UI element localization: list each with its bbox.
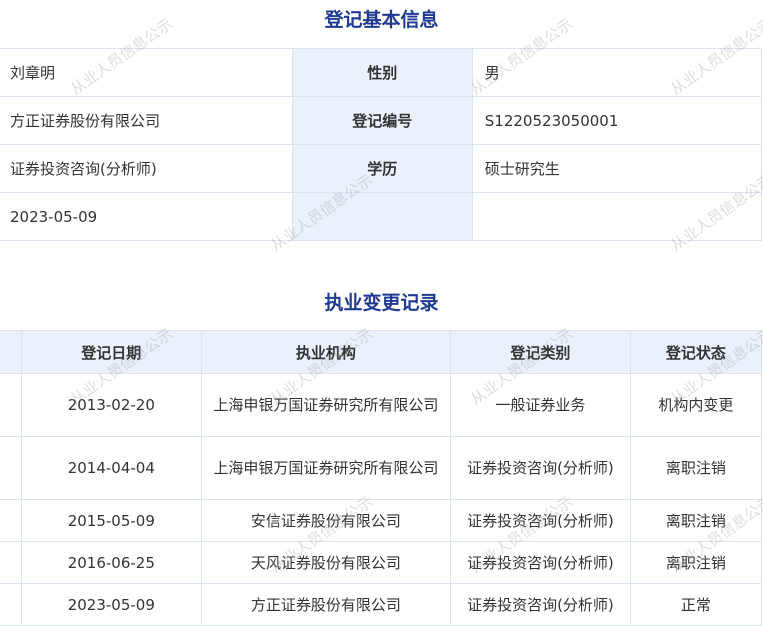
empty-label	[291, 192, 473, 241]
company-value: 方正证券股份有限公司	[0, 96, 293, 145]
record-status: 离职注销	[629, 541, 763, 584]
record-category: 证券投资咨询(分析师)	[450, 436, 631, 500]
table-row: 2015-05-09 安信证券股份有限公司 证券投资咨询(分析师) 离职注销	[0, 499, 763, 542]
registration-number-label: 登记编号	[291, 96, 473, 145]
header-org: 执业机构	[200, 330, 452, 374]
record-category: 证券投资咨询(分析师)	[450, 499, 631, 542]
table-row: 2013-02-20 上海申银万国证券研究所有限公司 一般证券业务 机构内变更	[0, 373, 763, 437]
gender-value: 男	[471, 48, 763, 97]
registration-number-value: S1220523050001	[471, 96, 763, 145]
header-status: 登记状态	[629, 330, 763, 374]
record-org: 安信证券股份有限公司	[200, 499, 452, 542]
record-org: 天风证券股份有限公司	[200, 541, 452, 584]
record-status: 机构内变更	[629, 373, 763, 437]
record-org: 上海申银万国证券研究所有限公司	[200, 436, 452, 500]
record-category: 证券投资咨询(分析师)	[450, 541, 631, 584]
record-date: 2013-02-20	[20, 373, 202, 437]
record-org: 上海申银万国证券研究所有限公司	[200, 373, 452, 437]
basic-row: 方正证券股份有限公司 登记编号 S1220523050001	[0, 96, 763, 145]
record-status: 离职注销	[629, 499, 763, 542]
name-value: 刘章明	[0, 48, 293, 97]
basic-row: 2023-05-09	[0, 192, 763, 241]
table-row: 2016-06-25 天风证券股份有限公司 证券投资咨询(分析师) 离职注销	[0, 541, 763, 584]
basic-row: 证券投资咨询(分析师) 学历 硕士研究生	[0, 144, 763, 193]
records-title: 执业变更记录	[324, 292, 439, 314]
record-status: 离职注销	[629, 436, 763, 500]
record-category: 一般证券业务	[450, 373, 631, 437]
table-row: 2014-04-04 上海申银万国证券研究所有限公司 证券投资咨询(分析师) 离…	[0, 436, 763, 500]
row-spacer	[0, 436, 22, 500]
record-org: 方正证券股份有限公司	[200, 583, 452, 626]
row-spacer	[0, 499, 22, 542]
row-spacer	[0, 373, 22, 437]
category-value: 证券投资咨询(分析师)	[0, 144, 293, 193]
record-date: 2016-06-25	[20, 541, 202, 584]
row-spacer	[0, 583, 22, 626]
row-spacer	[0, 541, 22, 584]
header-date: 登记日期	[20, 330, 202, 374]
basic-info-table: 刘章明 性别 男 方正证券股份有限公司 登记编号 S1220523050001 …	[0, 48, 763, 241]
record-date: 2015-05-09	[20, 499, 202, 542]
education-label: 学历	[291, 144, 473, 193]
gender-label: 性别	[291, 48, 473, 97]
table-row: 2023-05-09 方正证券股份有限公司 证券投资咨询(分析师) 正常	[0, 583, 763, 626]
empty-value	[471, 192, 763, 241]
education-value: 硕士研究生	[471, 144, 763, 193]
record-category: 证券投资咨询(分析师)	[450, 583, 631, 626]
record-status: 正常	[629, 583, 763, 626]
basic-info-title: 登记基本信息	[324, 9, 439, 31]
header-spacer	[0, 330, 22, 374]
date-value: 2023-05-09	[0, 192, 293, 241]
record-date: 2023-05-09	[20, 583, 202, 626]
header-category: 登记类别	[450, 330, 631, 374]
table-header-row: 登记日期 执业机构 登记类别 登记状态	[0, 330, 763, 374]
basic-row: 刘章明 性别 男	[0, 48, 763, 97]
record-date: 2014-04-04	[20, 436, 202, 500]
records-table: 登记日期 执业机构 登记类别 登记状态 2013-02-20 上海申银万国证券研…	[0, 330, 763, 626]
